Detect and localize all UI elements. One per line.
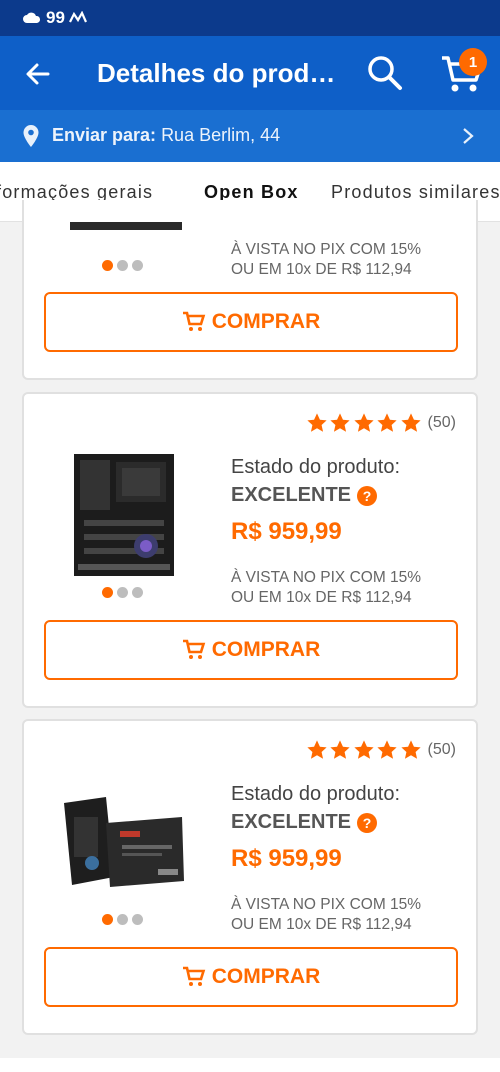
buy-button[interactable]: COMPRAR <box>44 947 458 1007</box>
carousel-dot[interactable] <box>132 260 143 271</box>
shipping-text: Enviar para: Rua Berlim, 44 <box>52 125 280 146</box>
installments-text: OU EM 10x DE R$ 112,94 <box>231 916 412 933</box>
product-image[interactable] <box>70 222 182 232</box>
app-bar: Detalhes do prod… 1 <box>0 36 500 110</box>
star-icon <box>330 413 350 432</box>
search-icon[interactable] <box>366 54 404 92</box>
condition-label: Estado do produto: <box>231 783 401 805</box>
product-price: R$ 959,99 <box>231 845 342 872</box>
payment-terms: À VISTA NO PIX COM 15% OU EM 10x DE R$ 1… <box>231 240 421 280</box>
status-indicator-text: 99 <box>46 8 65 27</box>
pix-discount-text: À VISTA NO PIX COM 15% <box>231 569 422 586</box>
condition-text: EXCELENTE <box>231 484 352 506</box>
product-card: (50) Estado do produto: EXCELENTE ? R$ 9… <box>22 719 478 1035</box>
status-bar: 99 <box>0 0 500 36</box>
image-carousel-dots[interactable] <box>102 914 143 925</box>
condition-value: EXCELENTE ? <box>231 484 378 507</box>
payment-terms: À VISTA NO PIX COM 15% OU EM 10x DE R$ 1… <box>231 568 421 608</box>
pix-discount-text: À VISTA NO PIX COM 15% <box>231 896 422 913</box>
buy-button-label: COMPRAR <box>211 965 321 988</box>
cart-icon <box>182 639 206 659</box>
carousel-dot[interactable] <box>117 914 128 925</box>
help-icon[interactable]: ? <box>357 812 378 833</box>
star-icon <box>353 413 374 432</box>
shipping-address: Rua Berlim, 44 <box>161 125 281 145</box>
cart-count-badge: 1 <box>459 48 487 76</box>
signal-icon <box>68 8 87 28</box>
star-icon <box>306 413 327 432</box>
cart-icon <box>182 311 206 331</box>
star-icon <box>330 740 350 759</box>
payment-terms: À VISTA NO PIX COM 15% OU EM 10x DE R$ 1… <box>231 895 421 935</box>
buy-button-label: COMPRAR <box>211 310 321 333</box>
product-card: À VISTA NO PIX COM 15% OU EM 10x DE R$ 1… <box>22 200 478 380</box>
product-image[interactable] <box>62 797 186 889</box>
help-icon[interactable]: ? <box>357 485 378 506</box>
cart-icon <box>182 966 206 986</box>
carousel-dot[interactable] <box>102 587 113 598</box>
shipping-label: Enviar para: <box>52 125 157 145</box>
page-title: Detalhes do prod… <box>97 58 336 88</box>
rating-stars: (50) <box>304 412 456 434</box>
image-carousel-dots[interactable] <box>102 587 143 598</box>
star-icon <box>377 413 397 432</box>
star-icon <box>400 740 421 759</box>
carousel-dot[interactable] <box>132 914 143 925</box>
chevron-right-icon <box>463 128 474 144</box>
buy-button-label: COMPRAR <box>211 638 321 661</box>
star-icon <box>306 740 327 759</box>
arrow-left-icon[interactable] <box>22 58 54 90</box>
installments-text: OU EM 10x DE R$ 112,94 <box>231 589 412 606</box>
carousel-dot[interactable] <box>102 260 113 271</box>
carousel-dot[interactable] <box>132 587 143 598</box>
buy-button[interactable]: COMPRAR <box>44 292 458 352</box>
shipping-address-bar[interactable]: Enviar para: Rua Berlim, 44 <box>0 110 500 162</box>
installments-text: OU EM 10x DE R$ 112,94 <box>231 261 412 278</box>
condition-text: EXCELENTE <box>231 811 352 833</box>
condition-label: Estado do produto: <box>231 456 401 478</box>
product-image[interactable] <box>74 454 174 576</box>
carousel-dot[interactable] <box>102 914 113 925</box>
star-icon <box>353 740 374 759</box>
carousel-dot[interactable] <box>117 260 128 271</box>
bottom-edge <box>0 1058 500 1072</box>
weather-icon <box>22 10 42 26</box>
product-card: (50) Estado do produto: EXCELENTE ? R$ 9… <box>22 392 478 708</box>
pix-discount-text: À VISTA NO PIX COM 15% <box>231 241 422 258</box>
star-icon <box>400 413 421 432</box>
rating-count: (50) <box>427 414 456 431</box>
star-icon <box>377 740 397 759</box>
buy-button[interactable]: COMPRAR <box>44 620 458 680</box>
rating-stars: (50) <box>304 739 456 761</box>
condition-value: EXCELENTE ? <box>231 811 378 834</box>
carousel-dot[interactable] <box>117 587 128 598</box>
image-carousel-dots[interactable] <box>102 260 143 271</box>
location-pin-icon <box>23 125 39 147</box>
rating-count: (50) <box>427 741 456 758</box>
product-price: R$ 959,99 <box>231 518 342 545</box>
